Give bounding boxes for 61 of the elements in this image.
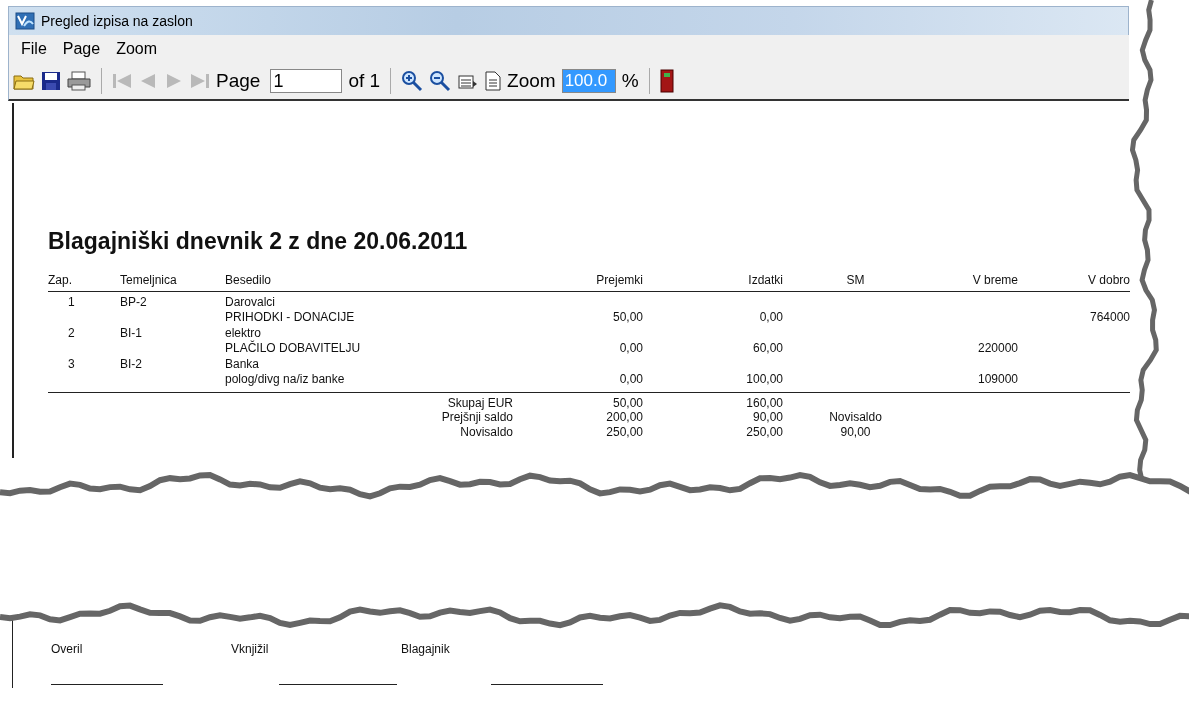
table-cell-text: 220000 bbox=[976, 341, 1018, 357]
table-cell-text: 50,00 bbox=[611, 310, 643, 326]
column-header: V breme bbox=[971, 273, 1018, 289]
page-label: Page bbox=[216, 70, 261, 92]
menu-item[interactable]: Page bbox=[54, 38, 109, 60]
folder-icon[interactable] bbox=[13, 72, 35, 90]
table-cell-text: BI-2 bbox=[120, 356, 143, 372]
table-cell-text: 50,00 bbox=[611, 395, 643, 410]
signature-label: Blagajnik bbox=[401, 642, 451, 656]
column-header: Prejemki bbox=[595, 273, 643, 289]
total-label: Prejšnji saldo bbox=[440, 410, 514, 425]
window-title: Pregled izpisa na zaslon bbox=[41, 13, 193, 29]
column-header: Izdatki bbox=[747, 273, 783, 289]
table-cell-text: Banka bbox=[225, 356, 261, 372]
table-cell-text: Darovalci bbox=[225, 294, 276, 310]
page-count: of 1 bbox=[348, 70, 381, 92]
table-cell-text: elektro bbox=[225, 325, 263, 340]
printer-icon[interactable] bbox=[67, 71, 91, 91]
table-cell-text: 2 bbox=[67, 325, 76, 341]
zoom-out-icon[interactable] bbox=[429, 70, 452, 92]
table-cell-text: 90,00 bbox=[839, 424, 872, 439]
exit-door-icon[interactable] bbox=[659, 69, 674, 93]
table-cell-text: 60,00 bbox=[751, 341, 783, 357]
total-label: Skupaj EUR bbox=[446, 395, 514, 410]
table-cell-text: 250,00 bbox=[745, 424, 783, 439]
total-label: Novisaldo bbox=[459, 424, 514, 439]
table-cell-text: PLAČILO DOBAVITELJU bbox=[225, 341, 362, 357]
table-cell-text: 0,00 bbox=[618, 372, 643, 388]
table-cell-text: polog/divg na/iz banke bbox=[225, 372, 346, 388]
table-cell-text: 0,00 bbox=[618, 341, 643, 357]
column-header: Besedilo bbox=[225, 273, 273, 289]
signature-label: Overil bbox=[51, 642, 84, 656]
column-header: V dobro bbox=[1086, 273, 1130, 289]
table-cell-text: 109000 bbox=[976, 372, 1018, 388]
table-cell-text: 200,00 bbox=[605, 410, 643, 425]
table-cell-text: 764000 bbox=[1088, 310, 1130, 326]
zoom-in-icon[interactable] bbox=[401, 70, 424, 92]
menu-item[interactable]: File bbox=[13, 38, 55, 60]
table-cell-text: PRIHODKI - DONACIJE bbox=[225, 310, 356, 326]
app-icon bbox=[15, 12, 35, 30]
table-cell-text: 90,00 bbox=[751, 410, 783, 425]
table-cell-text: BP-2 bbox=[120, 294, 148, 310]
report-title: Blagajniški dnevnik 2 z dne 20.06.2011 bbox=[48, 227, 469, 255]
table-cell-text: BI-1 bbox=[120, 325, 143, 341]
percent-label: % bbox=[621, 70, 639, 92]
table-cell-text: 100,00 bbox=[745, 372, 783, 388]
table-cell-text: 3 bbox=[67, 356, 76, 372]
column-header: SM bbox=[845, 273, 866, 289]
table-cell-text: 1 bbox=[67, 294, 76, 310]
signature-label: Vknjižil bbox=[231, 642, 270, 656]
page-field[interactable]: 1 bbox=[270, 69, 343, 93]
table-cell-text: 250,00 bbox=[605, 424, 643, 439]
zoom-label: Zoom bbox=[507, 70, 556, 92]
table-cell-text: 0,00 bbox=[758, 310, 783, 326]
save-icon[interactable] bbox=[41, 71, 61, 91]
column-header: Temeljnica bbox=[120, 273, 178, 289]
menu-item[interactable]: Zoom bbox=[108, 38, 166, 60]
table-cell-text: 160,00 bbox=[745, 395, 783, 410]
column-header: Zap. bbox=[48, 273, 73, 289]
whole-page-icon[interactable] bbox=[485, 71, 502, 91]
table-cell-text: Novisaldo bbox=[828, 410, 883, 425]
